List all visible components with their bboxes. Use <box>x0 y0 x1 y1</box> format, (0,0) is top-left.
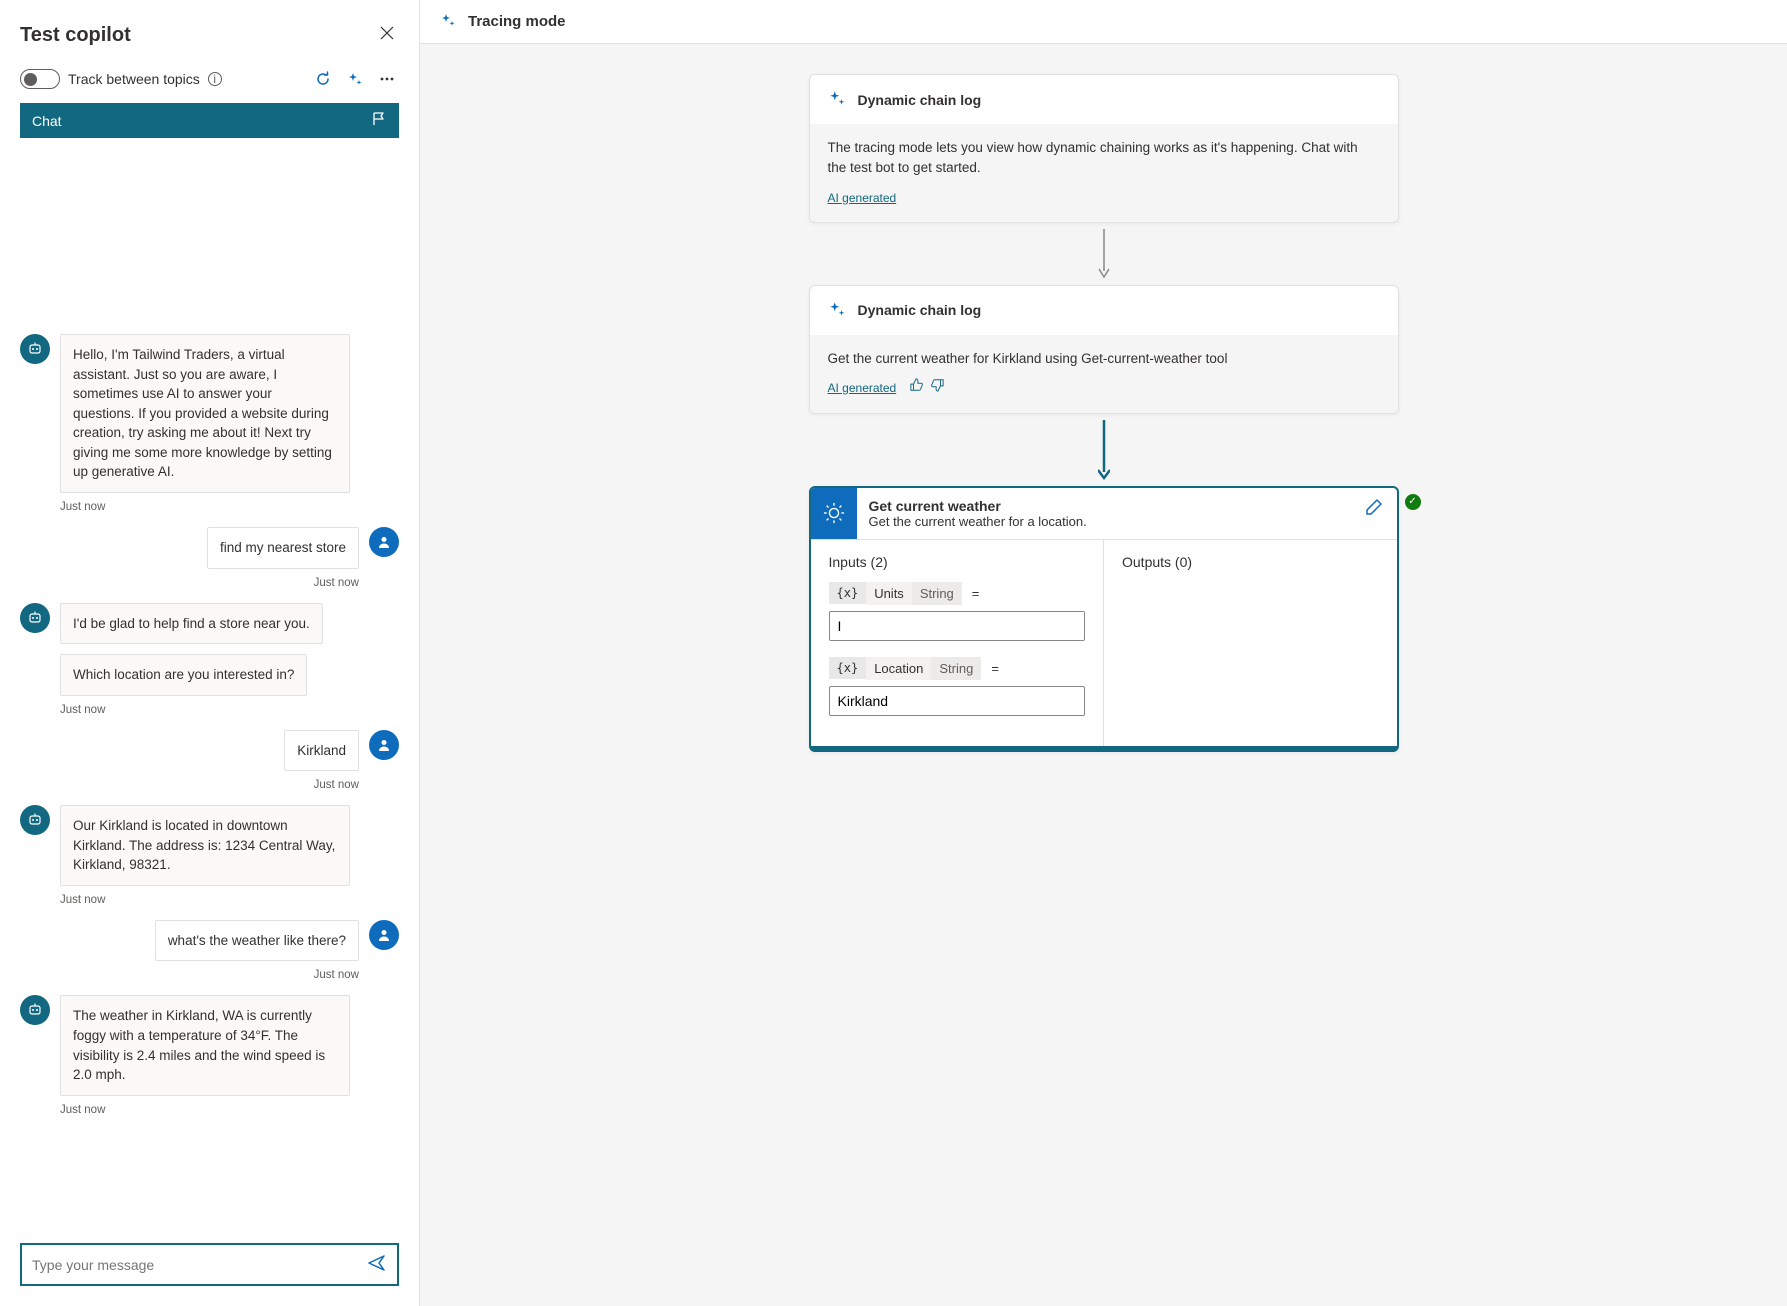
chat-tab[interactable]: Chat <box>20 103 399 138</box>
more-icon[interactable] <box>375 67 399 91</box>
units-input[interactable] <box>829 611 1086 641</box>
ai-generated-link[interactable]: AI generated <box>828 189 897 207</box>
timestamp: Just now <box>20 702 399 724</box>
outputs-column: Outputs (0) <box>1104 540 1397 746</box>
variable-icon: {x} <box>829 582 867 604</box>
user-bubble: find my nearest store <box>207 527 359 569</box>
timestamp: Just now <box>20 967 399 989</box>
user-message-row: Kirkland <box>20 730 399 772</box>
chain-log-node[interactable]: Dynamic chain log Get the current weathe… <box>809 285 1399 414</box>
param-type: String <box>931 657 981 680</box>
sparkle-icon <box>440 12 456 31</box>
bot-message-row: The weather in Kirkland, WA is currently… <box>20 995 399 1095</box>
sidebar-toolbar: Track between topics i <box>0 61 419 103</box>
user-avatar-icon <box>369 920 399 950</box>
user-message-row: find my nearest store <box>20 527 399 569</box>
success-badge-icon: ✓ <box>1405 494 1421 510</box>
param-name: Units <box>866 582 912 605</box>
timestamp: Just now <box>20 499 399 521</box>
bot-message-row: Hello, I'm Tailwind Traders, a virtual a… <box>20 334 399 493</box>
user-bubble: what's the weather like there? <box>155 920 359 962</box>
bot-avatar-icon <box>20 334 50 364</box>
send-icon[interactable] <box>367 1253 387 1276</box>
user-message-row: what's the weather like there? <box>20 920 399 962</box>
bot-avatar-icon <box>20 805 50 835</box>
tool-subtitle: Get the current weather for a location. <box>869 514 1339 529</box>
connector-arrow <box>809 414 1399 486</box>
sidebar-header: Test copilot <box>0 0 419 61</box>
node-body-text: The tracing mode lets you view how dynam… <box>828 138 1380 179</box>
bot-bubble: Our Kirkland is located in downtown Kirk… <box>60 805 350 886</box>
connector-arrow <box>809 223 1399 285</box>
tool-node[interactable]: ✓ Get current weather Get the current we… <box>809 486 1399 752</box>
main-title: Tracing mode <box>468 13 566 30</box>
param-location: {x} Location String = <box>829 657 1086 716</box>
sidebar-title: Test copilot <box>20 24 131 47</box>
bot-bubble: The weather in Kirkland, WA is currently… <box>60 995 350 1095</box>
bot-bubble: Hello, I'm Tailwind Traders, a virtual a… <box>60 334 350 493</box>
param-type: String <box>912 582 962 605</box>
close-icon[interactable] <box>375 20 399 51</box>
inputs-column: Inputs (2) {x} Units String = <box>811 540 1105 746</box>
bot-avatar-icon <box>20 995 50 1025</box>
chat-input-container <box>20 1243 399 1286</box>
edit-icon[interactable] <box>1351 488 1397 539</box>
bot-message-row: Our Kirkland is located in downtown Kirk… <box>20 805 399 886</box>
chain-log-node[interactable]: Dynamic chain log The tracing mode lets … <box>809 74 1399 223</box>
equals-label: = <box>962 582 990 605</box>
sparkle-icon <box>828 300 846 321</box>
refresh-icon[interactable] <box>311 67 335 91</box>
outputs-title: Outputs (0) <box>1122 554 1379 570</box>
flag-icon[interactable] <box>371 111 387 130</box>
bot-message-row: I'd be glad to help find a store near yo… <box>20 603 399 645</box>
node-title: Dynamic chain log <box>858 302 982 318</box>
track-label: Track between topics <box>68 71 200 87</box>
thumbs-down-icon[interactable] <box>930 378 944 398</box>
tool-title: Get current weather <box>869 498 1339 514</box>
track-toggle[interactable] <box>20 69 60 89</box>
variable-icon: {x} <box>829 657 867 679</box>
main-header: Tracing mode <box>420 0 1787 44</box>
info-icon[interactable]: i <box>208 72 222 86</box>
bot-bubble: Which location are you interested in? <box>60 654 307 696</box>
sparkle-icon <box>828 89 846 110</box>
inputs-title: Inputs (2) <box>829 554 1086 570</box>
chat-tab-label: Chat <box>32 113 62 129</box>
equals-label: = <box>981 657 1009 680</box>
node-title: Dynamic chain log <box>858 92 982 108</box>
canvas[interactable]: Dynamic chain log The tracing mode lets … <box>420 44 1787 1306</box>
chat-body[interactable]: Hello, I'm Tailwind Traders, a virtual a… <box>0 138 419 1235</box>
user-avatar-icon <box>369 527 399 557</box>
sparkle-icon[interactable] <box>343 67 367 91</box>
test-copilot-sidebar: Test copilot Track between topics i Chat <box>0 0 420 1306</box>
timestamp: Just now <box>20 1102 399 1124</box>
main-panel: Tracing mode Dynamic chain log The traci… <box>420 0 1787 1306</box>
weather-icon <box>811 488 857 539</box>
node-body-text: Get the current weather for Kirkland usi… <box>828 349 1380 369</box>
thumbs-up-icon[interactable] <box>910 378 924 398</box>
bot-bubble: I'd be glad to help find a store near yo… <box>60 603 323 645</box>
param-units: {x} Units String = <box>829 582 1086 641</box>
user-avatar-icon <box>369 730 399 760</box>
ai-generated-link[interactable]: AI generated <box>828 379 897 397</box>
location-input[interactable] <box>829 686 1086 716</box>
timestamp: Just now <box>20 892 399 914</box>
timestamp: Just now <box>20 777 399 799</box>
bot-avatar-icon <box>20 603 50 633</box>
user-bubble: Kirkland <box>284 730 359 772</box>
timestamp: Just now <box>20 575 399 597</box>
bot-message-row: Which location are you interested in? <box>20 654 399 696</box>
param-name: Location <box>866 657 931 680</box>
chat-input[interactable] <box>32 1257 367 1273</box>
